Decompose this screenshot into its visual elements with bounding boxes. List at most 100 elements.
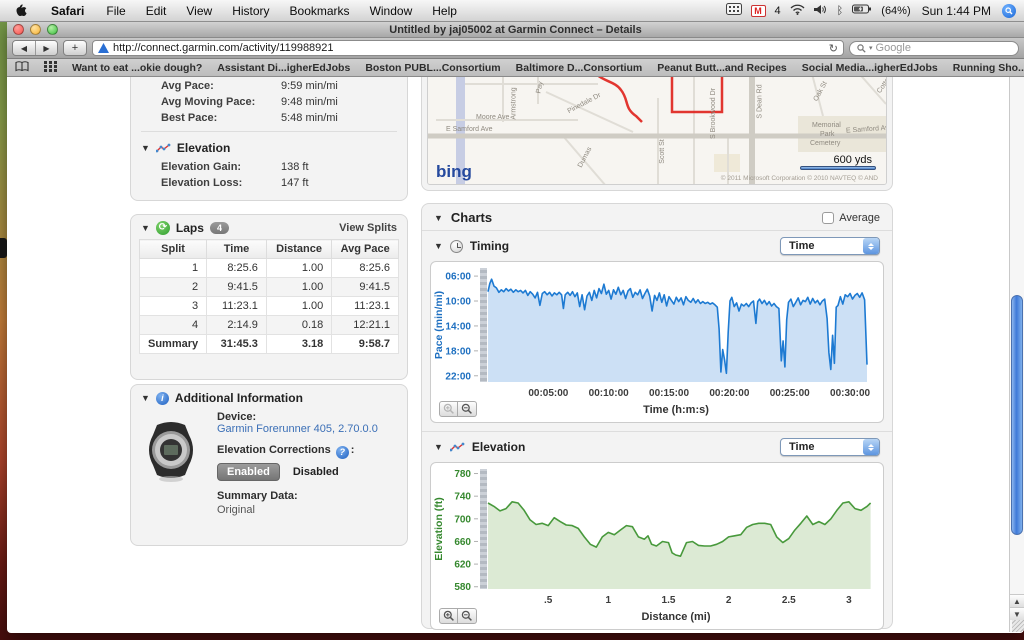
- timing-zoom-controls: [439, 401, 477, 417]
- top-sites-icon[interactable]: [44, 61, 57, 75]
- table-row: 42:14.90.1812:21.1: [140, 316, 399, 335]
- stat-row: Best Pace:5:48 min/mi: [131, 110, 407, 126]
- table-cell: 3: [140, 297, 207, 316]
- device-link[interactable]: Garmin Forerunner 405: [217, 423, 332, 435]
- elevation-header[interactable]: ▼ Elevation Time: [422, 431, 892, 462]
- laps-count-badge: 4: [210, 222, 229, 234]
- elevation-section-header[interactable]: ▼ Elevation: [131, 137, 407, 159]
- bookmark-item[interactable]: Baltimore D...Consortium: [516, 62, 643, 74]
- bookmarks-sidebar-icon[interactable]: [15, 61, 29, 75]
- gmail-icon[interactable]: M: [751, 5, 766, 17]
- spotlight-icon[interactable]: [1002, 4, 1016, 18]
- zoom-in-button[interactable]: [439, 608, 458, 624]
- menu-edit[interactable]: Edit: [136, 4, 177, 18]
- bookmark-item[interactable]: Social Media...igherEdJobs: [802, 62, 938, 74]
- address-bar[interactable]: http://connect.garmin.com/activity/11998…: [92, 40, 844, 56]
- zoom-button[interactable]: [47, 24, 58, 35]
- minimize-button[interactable]: [30, 24, 41, 35]
- device-version: , 2.70.0.0: [332, 423, 378, 435]
- menu-window[interactable]: Window: [360, 4, 423, 18]
- wifi-icon[interactable]: [790, 4, 805, 18]
- safari-window: Untitled by jaj05002 at Garmin Connect –…: [7, 22, 1024, 633]
- scrollbar-thumb[interactable]: [1011, 295, 1023, 535]
- input-menu-icon[interactable]: [726, 3, 742, 18]
- charts-header[interactable]: ▼ Charts Average: [422, 204, 892, 230]
- table-cell: 0.18: [266, 316, 331, 335]
- laps-header[interactable]: ▼ ⟳ Laps 4 View Splits: [131, 215, 407, 239]
- summary-data-block: Summary Data: Original: [217, 490, 395, 516]
- map-street-label: Cemetery: [810, 140, 840, 147]
- zoom-out-button[interactable]: [458, 401, 477, 417]
- bookmark-item[interactable]: Running Sho... Auburn, AL: [953, 62, 1024, 74]
- view-splits-link[interactable]: View Splits: [339, 222, 397, 234]
- timing-xaxis-select[interactable]: Time: [780, 237, 880, 255]
- menu-safari[interactable]: Safari: [41, 4, 96, 18]
- svg-text:780: 780: [454, 469, 471, 480]
- menu-help[interactable]: Help: [422, 4, 467, 18]
- zoom-in-button[interactable]: [439, 401, 458, 417]
- new-tab-button[interactable]: +: [63, 40, 87, 56]
- laps-panel: ▼ ⟳ Laps 4 View Splits SplitTimeDistance…: [130, 214, 408, 380]
- title-bar[interactable]: Untitled by jaj05002 at Garmin Connect –…: [7, 22, 1024, 38]
- map-street-label: Memorial: [812, 122, 841, 129]
- menu-view[interactable]: View: [176, 4, 222, 18]
- info-icon: i: [156, 392, 169, 405]
- svg-text:660: 660: [454, 537, 471, 548]
- vertical-scrollbar[interactable]: ▲ ▼: [1009, 77, 1024, 632]
- map-street-label: Armstrong: [511, 87, 518, 119]
- collapse-triangle-icon[interactable]: ▼: [141, 393, 150, 403]
- garmin-favicon: [98, 43, 109, 53]
- menu-file[interactable]: File: [96, 4, 135, 18]
- svg-text:Elevation (ft): Elevation (ft): [433, 497, 445, 561]
- collapse-triangle-icon[interactable]: ▼: [434, 241, 443, 251]
- additional-info-header[interactable]: ▼ i Additional Information: [131, 385, 407, 409]
- menu-clock[interactable]: Sun 1:44 PM: [922, 4, 991, 18]
- map-scale-bar: [800, 166, 876, 170]
- timing-header[interactable]: ▼ Timing Time: [422, 230, 892, 261]
- scroll-down-arrow[interactable]: ▼: [1010, 607, 1024, 620]
- average-checkbox[interactable]: [822, 212, 834, 224]
- desktop-edge-tab[interactable]: [0, 238, 7, 258]
- close-button[interactable]: [13, 24, 24, 35]
- apple-menu-icon[interactable]: [14, 2, 27, 20]
- reload-icon[interactable]: ↻: [829, 42, 838, 55]
- map-street-label: E Samford Ave: [446, 126, 493, 133]
- scroll-up-arrow[interactable]: ▲: [1010, 594, 1024, 607]
- help-icon[interactable]: ?: [336, 446, 349, 459]
- bookmark-item[interactable]: Boston PUBL...Consortium: [365, 62, 500, 74]
- table-cell: 9:41.5: [332, 278, 399, 297]
- history-nav: ◀ ▶: [12, 40, 58, 56]
- bluetooth-icon[interactable]: ᛒ: [837, 5, 844, 17]
- volume-icon[interactable]: [814, 4, 828, 18]
- bing-map[interactable]: bing © 2011 Microsoft Corporation © 2010…: [427, 77, 887, 185]
- collapse-triangle-icon[interactable]: ▼: [141, 223, 150, 233]
- window-resize-grip[interactable]: [1012, 620, 1024, 632]
- search-field[interactable]: ▾ Google: [849, 41, 1019, 56]
- bookmark-item[interactable]: Assistant Di...igherEdJobs: [217, 62, 350, 74]
- zoom-out-button[interactable]: [458, 608, 477, 624]
- stat-row: Elevation Gain:138 ft: [131, 159, 407, 175]
- bing-logo[interactable]: bing: [436, 162, 472, 182]
- svg-text:22:00: 22:00: [445, 371, 471, 382]
- menu-bookmarks[interactable]: Bookmarks: [280, 4, 360, 18]
- menu-bar: Safari FileEditViewHistoryBookmarksWindo…: [0, 0, 1024, 22]
- elevation-chart-icon: [156, 143, 171, 154]
- stat-row: Elevation Loss:147 ft: [131, 175, 407, 191]
- collapse-triangle-icon[interactable]: ▼: [141, 143, 150, 153]
- timing-chart[interactable]: 06:0010:0014:0018:0022:0000:05:0000:10:0…: [430, 261, 884, 423]
- forward-button[interactable]: ▶: [35, 41, 57, 55]
- search-options-chevron[interactable]: ▾: [869, 44, 873, 52]
- mail-count: 4: [775, 5, 781, 17]
- elevation-xaxis-select[interactable]: Time: [780, 438, 880, 456]
- map-street-label: Park: [820, 131, 834, 138]
- elevation-chart[interactable]: 780740700660620580.511.522.53Distance (m…: [430, 462, 884, 630]
- collapse-triangle-icon[interactable]: ▼: [434, 213, 443, 223]
- bookmark-item[interactable]: Want to eat ...okie dough?: [72, 62, 202, 74]
- menu-history[interactable]: History: [222, 4, 279, 18]
- collapse-triangle-icon[interactable]: ▼: [434, 442, 443, 452]
- bookmark-item[interactable]: Peanut Butt...and Recipes: [657, 62, 787, 74]
- enabled-button[interactable]: Enabled: [217, 463, 280, 481]
- back-button[interactable]: ◀: [13, 41, 35, 55]
- battery-icon[interactable]: [852, 4, 872, 17]
- disabled-button[interactable]: Disabled: [293, 466, 339, 478]
